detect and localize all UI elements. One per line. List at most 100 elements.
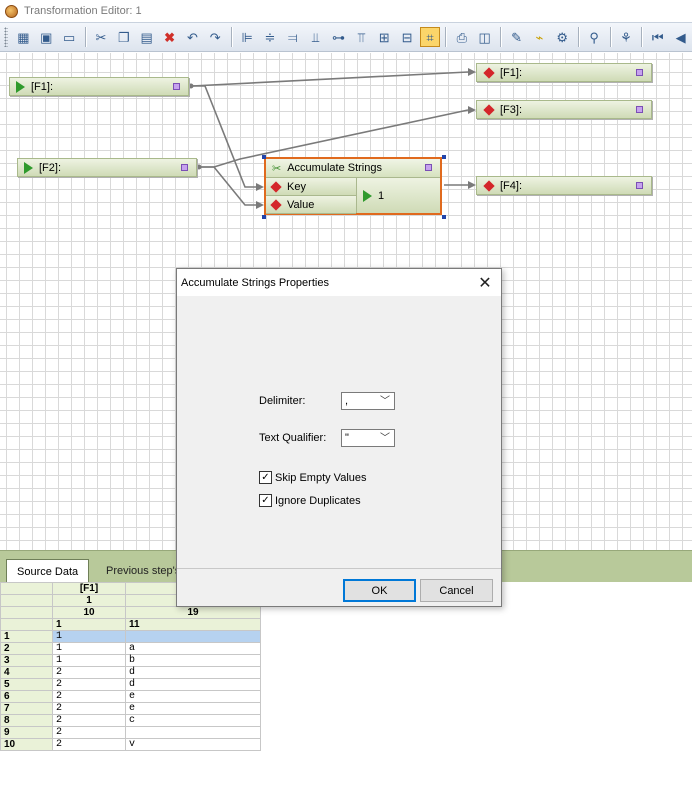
row-number[interactable]: 9 <box>0 726 53 739</box>
table-cell[interactable]: a <box>125 642 261 655</box>
row-number[interactable]: 4 <box>0 666 53 679</box>
target-field-f4[interactable]: [F4]: <box>476 176 652 195</box>
align-right-icon[interactable]: ⫤ <box>283 27 303 47</box>
table-row[interactable]: 31b <box>0 654 261 667</box>
row-number[interactable]: 6 <box>0 690 53 703</box>
port-icon[interactable] <box>425 164 432 171</box>
distribute-v-icon[interactable]: ⊟ <box>397 27 417 47</box>
node-output[interactable]: 1 <box>356 178 440 213</box>
port-icon[interactable] <box>636 182 643 189</box>
header-cell[interactable]: 19 <box>125 606 261 619</box>
table-cell[interactable]: v <box>125 738 261 751</box>
preview-icon[interactable]: ◫ <box>475 27 495 47</box>
row-number[interactable]: 10 <box>0 738 53 751</box>
toolbar-grip[interactable] <box>4 27 8 47</box>
skip-empty-checkbox[interactable]: ✓ Skip Empty Values <box>259 471 367 484</box>
map-icon[interactable]: ⚙ <box>552 27 572 47</box>
text-qualifier-select[interactable]: " ﹀ <box>341 429 395 447</box>
target-field-f3[interactable]: [F3]: <box>476 100 652 119</box>
row-number[interactable]: 8 <box>0 714 53 727</box>
table-row[interactable]: 92 <box>0 726 261 739</box>
header-cell[interactable]: 10 <box>52 606 126 619</box>
table-cell[interactable]: b <box>125 654 261 667</box>
header-cell[interactable] <box>0 606 53 619</box>
table-cell[interactable]: 2 <box>52 738 126 751</box>
table-cell[interactable]: 2 <box>52 666 126 679</box>
port-icon[interactable] <box>173 83 180 90</box>
table-cell[interactable]: e <box>125 702 261 715</box>
close-icon[interactable]: ✕ <box>469 269 501 296</box>
table-cell[interactable]: d <box>125 678 261 691</box>
align-top-icon[interactable]: ⫪ <box>351 27 371 47</box>
undo-icon[interactable]: ↶ <box>182 27 202 47</box>
table-cell[interactable] <box>125 726 261 739</box>
cut-icon[interactable]: ✂ <box>91 27 111 47</box>
port-icon[interactable] <box>636 69 643 76</box>
table-row[interactable]: 21a <box>0 642 261 655</box>
header-cell[interactable]: [F1] <box>52 582 126 595</box>
source-field-f2[interactable]: [F2]: <box>17 158 197 177</box>
table-cell[interactable]: 2 <box>52 726 126 739</box>
distribute-h-icon[interactable]: ⊞ <box>374 27 394 47</box>
save-icon[interactable]: ▣ <box>36 27 56 47</box>
run-icon[interactable]: ⚘ <box>616 27 636 47</box>
delete-icon[interactable]: ✖ <box>160 27 180 47</box>
align-bottom-icon[interactable]: ⫫ <box>306 27 326 47</box>
table-cell[interactable]: 2 <box>52 678 126 691</box>
table-row[interactable]: 42d <box>0 666 261 679</box>
print-icon[interactable]: ⎙ <box>452 27 472 47</box>
table-cell[interactable]: 1 <box>52 654 126 667</box>
config-icon[interactable]: ▭ <box>59 27 79 47</box>
row-number[interactable]: 3 <box>0 654 53 667</box>
table-row[interactable]: 11 <box>0 630 261 643</box>
align-left-icon[interactable]: ⊫ <box>237 27 257 47</box>
clean-icon[interactable]: ⌁ <box>529 27 549 47</box>
table-cell[interactable]: 2 <box>52 714 126 727</box>
row-number[interactable]: 1 <box>0 630 53 643</box>
header-cell[interactable] <box>0 594 53 607</box>
header-cell[interactable]: 1 <box>52 594 126 607</box>
port-icon[interactable] <box>181 164 188 171</box>
table-row[interactable]: 82c <box>0 714 261 727</box>
paste-icon[interactable]: ▤ <box>137 27 157 47</box>
port-icon[interactable] <box>636 106 643 113</box>
target-field-f1[interactable]: [F1]: <box>476 63 652 82</box>
node-input-value[interactable]: Value <box>266 196 356 214</box>
header-cell[interactable]: 11 <box>125 618 261 631</box>
table-cell[interactable]: 1 <box>52 630 126 643</box>
header-cell[interactable] <box>0 582 53 595</box>
table-cell[interactable]: d <box>125 666 261 679</box>
table-cell[interactable]: 2 <box>52 690 126 703</box>
cancel-button[interactable]: Cancel <box>420 579 493 602</box>
ignore-duplicates-checkbox[interactable]: ✓ Ignore Duplicates <box>259 494 361 507</box>
copy-icon[interactable]: ❐ <box>114 27 134 47</box>
ok-button[interactable]: OK <box>343 579 416 602</box>
table-cell[interactable]: c <box>125 714 261 727</box>
selection-handle[interactable] <box>442 215 446 219</box>
align-center-icon[interactable]: ≑ <box>260 27 280 47</box>
table-cell[interactable] <box>125 630 261 643</box>
selection-handle[interactable] <box>262 155 266 159</box>
find-icon[interactable]: ⚲ <box>584 27 604 47</box>
selection-handle[interactable] <box>442 155 446 159</box>
selection-handle[interactable] <box>262 215 266 219</box>
align-middle-icon[interactable]: ⊶ <box>329 27 349 47</box>
checkbox-check-icon[interactable]: ✓ <box>259 494 272 507</box>
source-field-f1[interactable]: [F1]: <box>9 77 189 96</box>
tab-source-data[interactable]: Source Data <box>6 559 90 583</box>
table-cell[interactable]: 1 <box>52 642 126 655</box>
prev-icon[interactable]: ◀ <box>671 27 691 47</box>
table-row[interactable]: 72e <box>0 702 261 715</box>
redo-icon[interactable]: ↷ <box>205 27 225 47</box>
node-input-key[interactable]: Key <box>266 178 356 196</box>
header-cell[interactable]: 1 <box>52 618 126 631</box>
table-cell[interactable]: e <box>125 690 261 703</box>
table-cell[interactable]: 2 <box>52 702 126 715</box>
row-number[interactable]: 5 <box>0 678 53 691</box>
first-icon[interactable]: ⏮ <box>648 27 668 47</box>
table-row[interactable]: 52d <box>0 678 261 691</box>
delimiter-select[interactable]: , ﹀ <box>341 392 395 410</box>
row-number[interactable]: 7 <box>0 702 53 715</box>
accumulate-strings-node[interactable]: ✂ Accumulate Strings Key Value 1 <box>264 157 442 215</box>
table-row[interactable]: 10 2 v <box>0 738 261 751</box>
